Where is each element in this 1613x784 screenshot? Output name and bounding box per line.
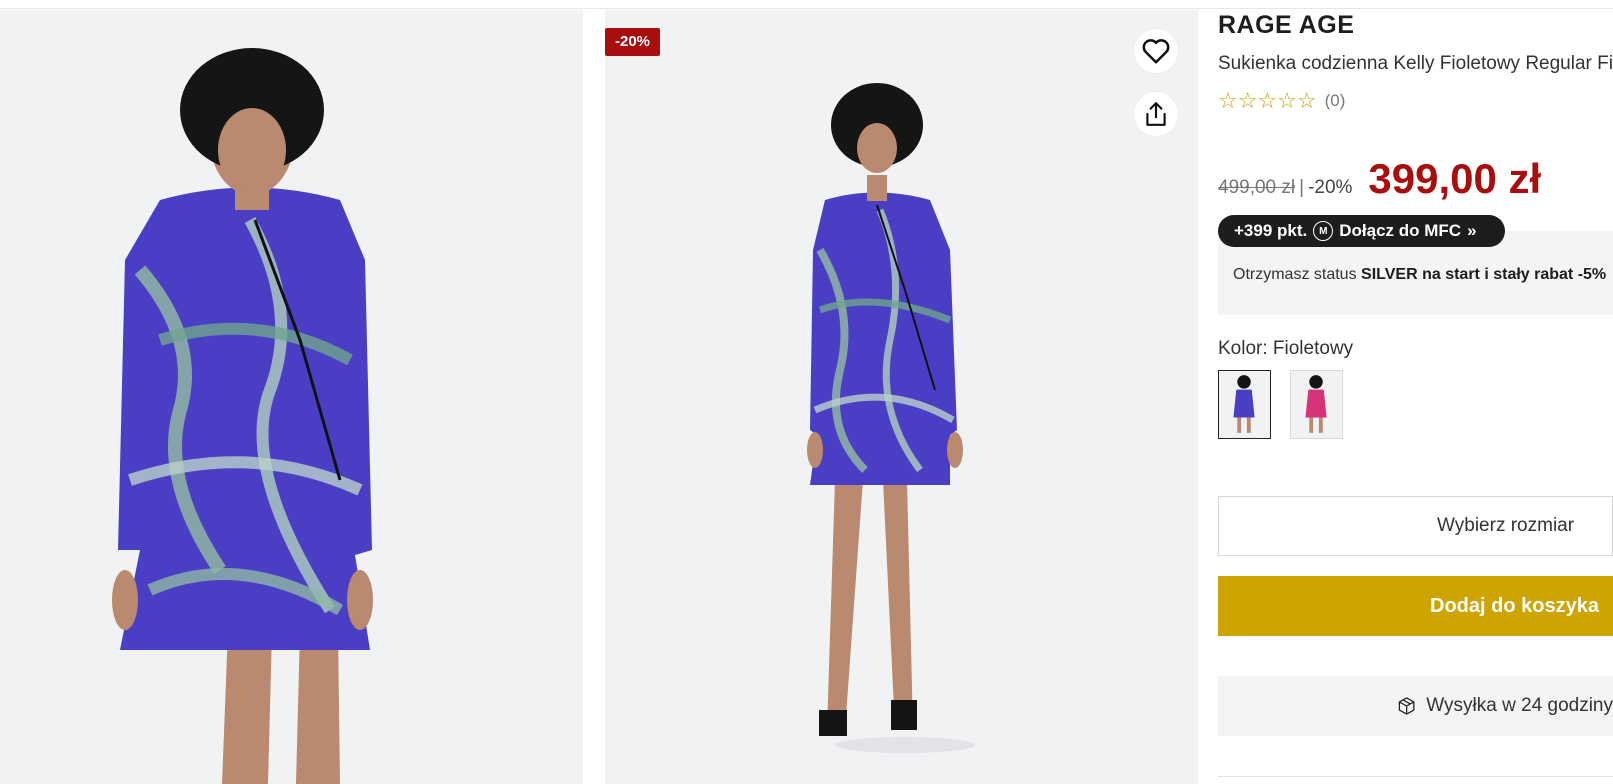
review-count: (0) xyxy=(1324,91,1346,110)
price-block: 499,00 zł | -20% 399,00 zł xyxy=(1218,155,1541,203)
price-separator: | xyxy=(1299,177,1305,198)
package-icon xyxy=(1398,697,1415,715)
dress-closeup-illustration xyxy=(112,48,373,784)
loyalty-status-text: Otrzymasz status SILVER na start i stały… xyxy=(1233,266,1606,284)
brand-name[interactable]: RAGE AGE xyxy=(1218,11,1354,40)
color-label: Kolor: Fioletowy xyxy=(1218,338,1354,359)
product-photo-main[interactable] xyxy=(0,10,583,784)
current-price: 399,00 zł xyxy=(1368,155,1542,202)
color-swatch-pink[interactable] xyxy=(1290,370,1343,439)
product-title: Sukienka codzienna Kelly Fioletowy Regul… xyxy=(1218,53,1613,74)
add-to-wishlist-button[interactable] xyxy=(1134,29,1178,73)
mfc-logo-icon: M xyxy=(1313,221,1334,241)
swatch-purple-thumbnail xyxy=(1219,371,1270,438)
discount-badge: -20% xyxy=(605,28,660,56)
old-price: 499,00 zł xyxy=(1218,177,1296,198)
join-mfc-button[interactable]: +399 pkt. M Dołącz do MFC » xyxy=(1218,215,1505,247)
section-divider xyxy=(1218,776,1613,777)
share-button[interactable] xyxy=(1134,92,1178,136)
select-size-button[interactable]: Wybierz rozmiar xyxy=(1218,496,1613,556)
mfc-join-label: Dołącz do MFC xyxy=(1339,221,1462,240)
heart-icon xyxy=(1142,39,1170,64)
loyalty-status-prefix: Otrzymasz status xyxy=(1233,266,1362,283)
add-to-cart-button[interactable]: Dodaj do koszyka xyxy=(1218,576,1613,636)
rating[interactable]: ☆☆☆☆☆ (0) xyxy=(1218,90,1345,112)
loyalty-status-bold: SILVER na start i stały rabat -5% xyxy=(1361,266,1607,283)
shipping-label: Wysyłka w 24 godziny xyxy=(1426,695,1613,716)
dress-full-length-illustration xyxy=(807,83,975,753)
product-info-panel: RAGE AGE Sukienka codzienna Kelly Fiolet… xyxy=(1218,0,1613,784)
double-chevron-right-icon: » xyxy=(1467,221,1477,240)
mfc-points: +399 pkt. xyxy=(1234,221,1308,240)
share-icon xyxy=(1146,102,1166,126)
color-swatch-purple[interactable] xyxy=(1218,370,1271,439)
shipping-info: Wysyłka w 24 godziny xyxy=(1218,676,1613,736)
rating-stars: ☆☆☆☆☆ xyxy=(1218,88,1317,113)
swatch-pink-thumbnail xyxy=(1291,371,1342,438)
price-discount: -20% xyxy=(1308,177,1353,198)
product-photo-full-length[interactable] xyxy=(605,10,1198,784)
